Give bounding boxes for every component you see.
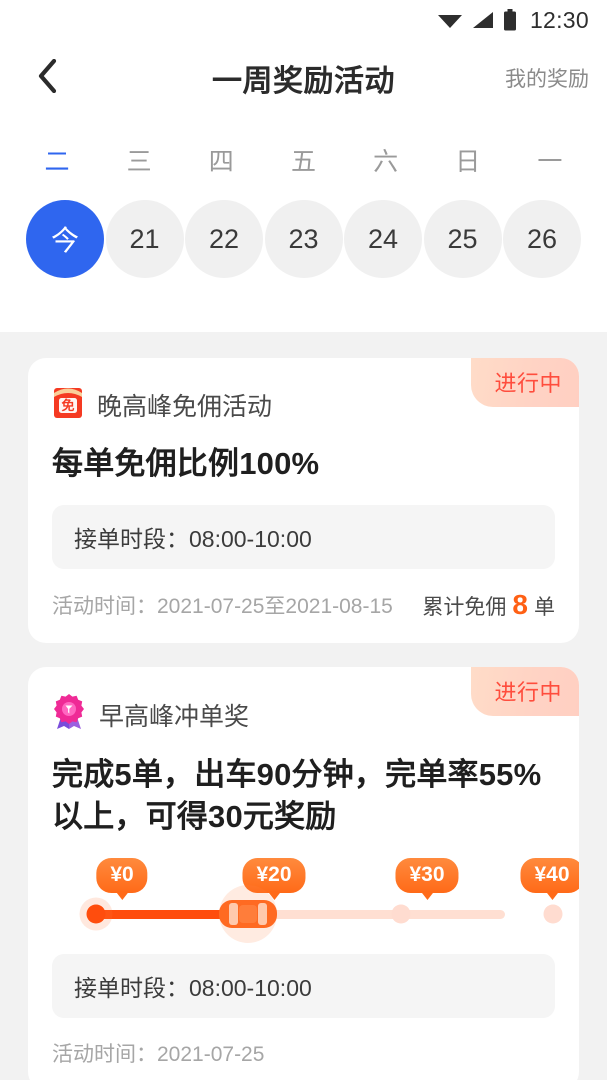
date-cell-3[interactable]: 23 <box>264 200 343 278</box>
date-cell-2[interactable]: 22 <box>185 200 263 278</box>
card-title: 每单免佣比例100% <box>52 446 320 481</box>
slider-node-2[interactable] <box>391 904 411 924</box>
reward-tip-0: ¥0 <box>96 858 148 894</box>
date-cell-today[interactable]: 今 <box>26 200 104 278</box>
dow-label-0: 二 <box>44 148 70 176</box>
card-subtitle: 晚高峰免佣活动 <box>97 392 273 421</box>
slider-fill <box>96 910 225 920</box>
my-rewards-link[interactable]: 我的奖励 <box>505 63 589 93</box>
status-badge: 进行中 <box>471 358 579 407</box>
dow-label-2: 四 <box>208 148 234 176</box>
card-footer: 活动时间：2021-07-25 <box>52 1038 555 1068</box>
week-selector: 二 三 四 五 六 日 一 今 21 22 23 24 25 26 <box>0 116 607 332</box>
reward-progress-slider[interactable]: ¥0 ¥20 ¥30 ¥40 <box>52 858 579 944</box>
date-cell-4[interactable]: 24 <box>344 200 422 278</box>
activity-card-morning-rush-bonus[interactable]: 进行中 早高峰冲单奖 完成5单，出车90分钟，完单率55%以上，可得30元奖励 … <box>28 667 579 1080</box>
order-time-slot: 接单时段：08:00-10:00 <box>52 505 555 570</box>
dow-label-3: 五 <box>290 148 316 176</box>
dow-label-5: 日 <box>455 148 481 176</box>
svg-text:免: 免 <box>61 398 74 414</box>
battery-icon <box>503 9 517 31</box>
slider-track[interactable] <box>96 910 505 920</box>
car-icon[interactable] <box>217 894 279 934</box>
rosette-medal-icon <box>52 693 86 736</box>
activity-period: 活动时间：2021-07-25 <box>52 1043 265 1067</box>
date-cell-5[interactable]: 25 <box>423 200 502 278</box>
cumulative-unit: 单 <box>534 596 555 620</box>
order-time-slot: 接单时段：08:00-10:00 <box>52 954 555 1019</box>
activity-list[interactable]: 进行中 免 晚高峰免佣活动 每单免佣比例100% 接单时段：08:00-10:0… <box>0 332 607 1080</box>
slider-node-3[interactable] <box>543 904 563 924</box>
signal-icon <box>472 11 494 29</box>
activity-period: 活动时间：2021-07-25至2021-08-15 <box>52 595 393 619</box>
cumulative-count: 8 <box>512 589 528 621</box>
status-badge: 进行中 <box>471 667 579 717</box>
chevron-left-icon <box>37 58 57 98</box>
card-title: 完成5单，出车90分钟，完单率55%以上，可得30元奖励 <box>52 757 542 835</box>
app-screen: 12:30 一周奖励活动 我的奖励 二 三 四 五 六 日 一 今 21 22 <box>0 0 607 1080</box>
date-cell-1[interactable]: 21 <box>105 200 184 278</box>
wifi-icon <box>437 11 463 29</box>
slider-node-0[interactable] <box>86 904 106 924</box>
dow-label-6: 一 <box>537 148 563 176</box>
reward-tip-3: ¥40 <box>520 858 579 894</box>
day-of-week-row: 二 三 四 五 六 日 一 <box>16 116 591 178</box>
reward-tip-2: ¥30 <box>395 858 459 894</box>
cumulative-stat: 累计免佣 8 单 <box>422 589 555 621</box>
dow-label-4: 六 <box>373 148 399 176</box>
back-button[interactable] <box>14 45 80 111</box>
nav-bar: 一周奖励活动 我的奖励 <box>0 40 607 116</box>
activity-card-commission-free[interactable]: 进行中 免 晚高峰免佣活动 每单免佣比例100% 接单时段：08:00-10:0… <box>28 358 579 644</box>
dow-label-1: 三 <box>126 148 152 176</box>
cumulative-label: 累计免佣 <box>422 596 507 620</box>
card-subtitle: 早高峰冲单奖 <box>99 702 250 731</box>
date-cell-6[interactable]: 26 <box>503 200 581 278</box>
status-bar-clock: 12:30 <box>529 6 589 33</box>
status-bar: 12:30 <box>0 0 607 40</box>
date-row: 今 21 22 23 24 25 26 <box>16 178 591 278</box>
red-envelope-icon: 免 <box>52 384 84 425</box>
card-footer: 活动时间：2021-07-25至2021-08-15 累计免佣 8 单 <box>52 589 555 621</box>
